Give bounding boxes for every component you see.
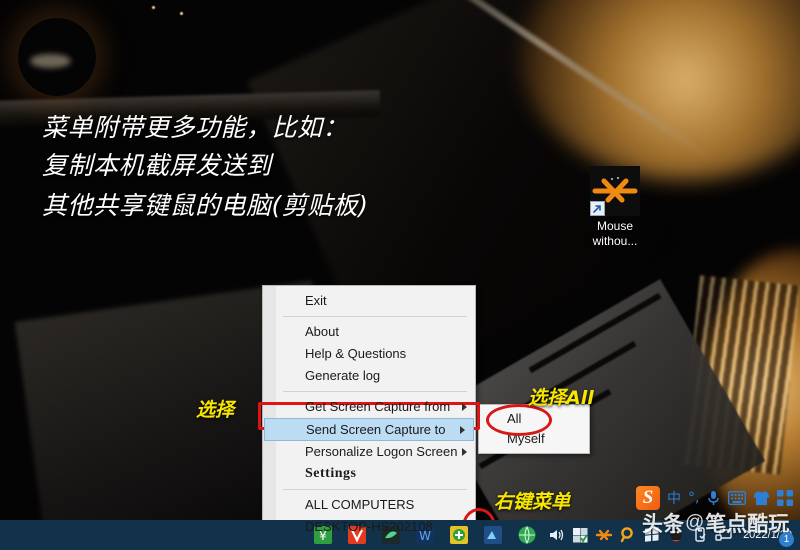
tray-context-menu[interactable]: Exit About Help & Questions Generate log…	[262, 285, 476, 541]
submenu-item-label: Myself	[507, 431, 545, 446]
menu-item-help-questions[interactable]: Help & Questions	[263, 343, 475, 365]
menu-separator	[283, 489, 467, 490]
menu-separator	[283, 316, 467, 317]
send-screen-capture-submenu[interactable]: All Myself	[478, 404, 590, 454]
menu-separator	[283, 391, 467, 392]
sogou-ime-bar[interactable]: S 中 °,	[632, 485, 797, 511]
submenu-item-all[interactable]: All	[479, 409, 589, 429]
menu-item-label: Settings	[305, 466, 357, 481]
microphone-icon[interactable]	[706, 490, 721, 506]
ime-punctuation-toggle[interactable]: °,	[688, 490, 699, 506]
shortcut-arrow-icon	[590, 201, 605, 216]
desktop-icon-label-line2: withou...	[592, 234, 638, 248]
mouse-without-borders-icon	[590, 166, 640, 216]
menu-item-settings[interactable]: Settings	[263, 463, 475, 485]
chevron-right-icon	[462, 403, 467, 411]
usb-device-icon[interactable]	[691, 526, 709, 544]
taskbar-app-globe-icon[interactable]	[516, 524, 538, 546]
desktop-icon-label-line1: Mouse	[596, 219, 634, 233]
toolbox-grid-icon[interactable]	[777, 490, 794, 506]
annotation-line-1: 菜单附带更多功能，比如：	[42, 113, 349, 142]
annotation-line-2: 复制本机截屏发送到	[42, 151, 272, 180]
menu-item-label: Exit	[305, 293, 327, 308]
menu-item-label: Get Screen Capture from	[305, 399, 451, 414]
menu-item-label: DESKTOP-HS202108	[305, 519, 433, 534]
qq-penguin-icon[interactable]	[667, 526, 685, 544]
menu-item-label: About	[305, 324, 339, 339]
security-shield-icon[interactable]	[571, 526, 589, 544]
wallpaper-sphere	[18, 18, 96, 96]
keyboard-icon[interactable]	[728, 491, 747, 505]
menu-item-all-computers[interactable]: ALL COMPUTERS	[263, 494, 475, 516]
menu-item-get-screen-capture-from[interactable]: Get Screen Capture from	[263, 396, 475, 418]
tray-notification-badge[interactable]: 1	[779, 532, 794, 547]
menu-item-about[interactable]: About	[263, 321, 475, 343]
sogou-logo-icon[interactable]: S	[636, 486, 660, 510]
menu-item-personalize-logon-screen[interactable]: Personalize Logon Screen	[263, 441, 475, 463]
taskbar-app-blue-icon[interactable]	[482, 524, 504, 546]
submenu-item-myself[interactable]: Myself	[479, 429, 589, 449]
skin-shirt-icon[interactable]	[753, 490, 770, 506]
menu-item-send-screen-capture-to[interactable]: Send Screen Capture to	[264, 418, 474, 441]
annotation-line-3: 其他共享键鼠的电脑(剪贴板)	[42, 191, 369, 220]
windows-start-icon[interactable]	[643, 526, 661, 544]
chevron-right-icon	[462, 448, 467, 456]
desktop-icon-mouse-without-borders[interactable]: Mouse withou...	[578, 166, 652, 249]
menu-item-label: Generate log	[305, 368, 381, 383]
desktop-icon-label: Mouse withou...	[578, 219, 652, 249]
menu-item-label: ALL COMPUTERS	[305, 497, 415, 512]
wallpaper-spark	[152, 6, 155, 9]
desktop-screen: 菜单附带更多功能，比如： 复制本机截屏发送到 其他共享键鼠的电脑(剪贴板) Mo…	[0, 0, 800, 550]
search-icon[interactable]	[619, 526, 637, 544]
menu-item-desktop-hs202108[interactable]: DESKTOP-HS202108	[263, 516, 475, 538]
annotation-select: 选择	[196, 399, 235, 421]
chevron-right-icon	[460, 425, 465, 434]
annotation-select-all: 选择All	[528, 387, 594, 409]
menu-item-exit[interactable]: Exit	[263, 290, 475, 312]
menu-item-label: Help & Questions	[305, 346, 407, 361]
menu-item-generate-log[interactable]: Generate log	[263, 365, 475, 387]
annotation-right-click-menu: 右键菜单	[494, 491, 571, 513]
volume-icon[interactable]	[547, 526, 565, 544]
menu-item-label: Send Screen Capture to	[306, 422, 446, 437]
mouse-without-borders-tray-icon[interactable]	[595, 526, 613, 544]
submenu-item-label: All	[507, 411, 522, 426]
menu-item-label: Personalize Logon Screen	[305, 444, 458, 459]
ime-mode-chinese[interactable]: 中	[667, 488, 681, 508]
network-monitor-icon[interactable]	[715, 526, 733, 544]
wallpaper-spark	[180, 12, 183, 15]
